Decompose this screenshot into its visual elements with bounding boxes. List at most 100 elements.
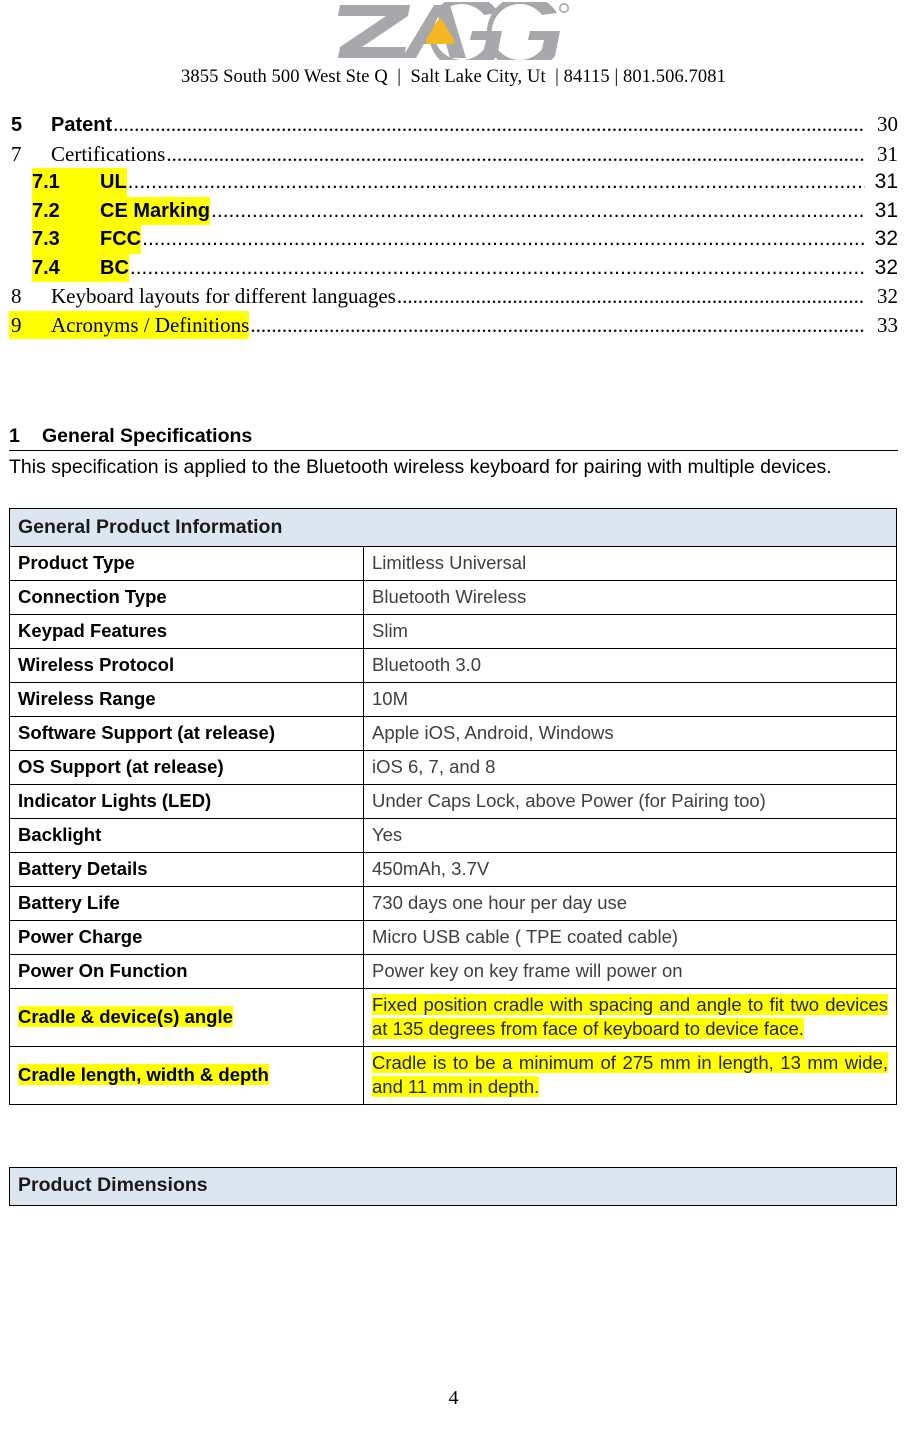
spec-value-cell: iOS 6, 7, and 8 bbox=[363, 750, 897, 785]
page-number: 4 bbox=[448, 1387, 459, 1409]
section-heading: 1 General Specifications bbox=[9, 425, 898, 451]
toc-dot-leader: ........................................… bbox=[396, 284, 865, 308]
toc-entry[interactable]: 7.4 BC...................................… bbox=[9, 253, 898, 282]
spec-value-text: Bluetooth 3.0 bbox=[372, 654, 482, 675]
spec-value-cell: 730 days one hour per day use bbox=[363, 886, 897, 921]
spec-value-cell: Bluetooth 3.0 bbox=[363, 648, 897, 683]
toc-entry-page: 31 bbox=[877, 141, 898, 166]
toc-entry[interactable]: 9 Acronyms / Definitions.................… bbox=[9, 310, 898, 339]
spec-value-text: Bluetooth Wireless bbox=[372, 586, 527, 607]
toc-entry-page: 32 bbox=[877, 284, 898, 308]
toc-entry-number: 7.1 bbox=[32, 168, 100, 197]
toc-entry-number: 8 bbox=[11, 284, 22, 308]
spec-key-cell: Battery Life bbox=[9, 886, 364, 921]
section-title: General Specifications bbox=[42, 425, 253, 447]
zagg-logo bbox=[337, 2, 570, 60]
spec-key-cell: Cradle & device(s) angle bbox=[9, 988, 364, 1047]
company-address: 3855 South 500 West Ste Q | Salt Lake Ci… bbox=[181, 67, 726, 87]
toc-entry-number: 7.4 bbox=[32, 253, 100, 282]
toc-entry-number: 5 bbox=[11, 114, 23, 136]
toc-entry-page: 31 bbox=[874, 198, 898, 222]
toc-entry-label: FCC bbox=[100, 225, 142, 254]
toc-entry-label: Patent bbox=[51, 114, 113, 136]
spec-key-text: OS Support (at release) bbox=[18, 756, 224, 777]
toc-entry-page: 32 bbox=[874, 255, 898, 279]
spec-key-text: Keypad Features bbox=[18, 620, 168, 641]
section-body-text: This specification is applied to the Blu… bbox=[9, 456, 832, 478]
spec-key-text: Wireless Range bbox=[18, 688, 156, 709]
spec-key-cell: Keypad Features bbox=[9, 614, 364, 649]
spec-key-cell: Power Charge bbox=[9, 920, 364, 955]
toc-entry-page: 33 bbox=[877, 312, 898, 337]
toc-entry-label: UL bbox=[100, 168, 127, 197]
toc-entry[interactable]: 7.3 FCC..................................… bbox=[9, 225, 898, 254]
spec-value-cell: Bluetooth Wireless bbox=[363, 580, 897, 615]
table-row: Software Support (at release) Apple iOS, … bbox=[9, 716, 897, 751]
spec-key-text: Connection Type bbox=[18, 586, 167, 607]
spec-key-text: Product Type bbox=[18, 552, 135, 573]
product-dimensions-header-cell: Product Dimensions bbox=[9, 1167, 897, 1206]
toc-dot-leader: ........................................… bbox=[142, 227, 865, 250]
table-header-row: General Product Information bbox=[9, 508, 897, 547]
toc-entry-label: BC bbox=[100, 253, 129, 282]
spec-value-text: Limitless Universal bbox=[372, 552, 527, 573]
spec-value-text: iOS 6, 7, and 8 bbox=[372, 756, 496, 777]
table-header-row: Product Dimensions bbox=[9, 1167, 897, 1206]
section-number: 1 bbox=[9, 425, 20, 447]
spec-value-cell: Under Caps Lock, above Power (for Pairin… bbox=[363, 784, 897, 819]
toc-entry[interactable]: 5 Patent.................................… bbox=[9, 110, 898, 140]
toc-dot-leader: ........................................… bbox=[166, 141, 865, 166]
toc-entry[interactable]: 7 Certifications.........................… bbox=[9, 140, 898, 169]
toc-entry-number: 9 bbox=[9, 310, 51, 339]
spec-key-text: Indicator Lights (LED) bbox=[18, 790, 212, 811]
table-row: Power On Function Power key on key frame … bbox=[9, 954, 897, 989]
spec-key-cell: OS Support (at release) bbox=[9, 750, 364, 785]
spec-key-text: Battery Life bbox=[18, 892, 120, 913]
toc-entry-label: Acronyms / Definitions bbox=[51, 310, 250, 339]
spec-key-cell: Cradle length, width & depth bbox=[9, 1046, 364, 1105]
toc-dot-leader: ........................................… bbox=[211, 198, 865, 222]
table-row: Indicator Lights (LED) Under Caps Lock, a… bbox=[9, 784, 897, 819]
table-row: Cradle & device(s) angle Fixed position c… bbox=[9, 988, 897, 1047]
spec-value-cell: Fixed position cradle with spacing and a… bbox=[363, 988, 897, 1047]
table-row: Battery Details 450mAh, 3.7V bbox=[9, 852, 897, 887]
table-row: Keypad Features Slim bbox=[9, 614, 897, 649]
spec-value-cell: Slim bbox=[363, 614, 897, 649]
spec-key-text: Battery Details bbox=[18, 858, 148, 879]
toc-dot-leader: ........................................… bbox=[113, 112, 865, 136]
spec-value-cell: Apple iOS, Android, Windows bbox=[363, 716, 897, 751]
spec-value-cell: 10M bbox=[363, 682, 897, 717]
toc-dot-leader: ........................................… bbox=[250, 312, 865, 337]
spec-key-cell: Battery Details bbox=[9, 852, 364, 887]
toc-dot-leader: ........................................… bbox=[127, 170, 865, 193]
spec-key-text: Cradle & device(s) angle bbox=[18, 1006, 233, 1027]
spec-value-text: Fixed position cradle with spacing and a… bbox=[372, 994, 888, 1039]
table-of-contents: 5 Patent.................................… bbox=[9, 110, 898, 339]
spec-key-text: Software Support (at release) bbox=[18, 722, 276, 743]
spec-key-text: Power Charge bbox=[18, 926, 143, 947]
spec-value-text: 10M bbox=[372, 688, 408, 709]
spec-key-cell: Indicator Lights (LED) bbox=[9, 784, 364, 819]
spec-value-cell: Cradle is to be a minimum of 275 mm in l… bbox=[363, 1046, 897, 1105]
spec-value-text: Micro USB cable ( TPE coated cable) bbox=[372, 926, 679, 947]
section-general-specifications: 1 General Specifications This specificati… bbox=[9, 425, 898, 480]
table-header-cell: General Product Information bbox=[9, 508, 897, 547]
zagg-logo-icon bbox=[337, 2, 569, 60]
table-row: Product Type Limitless Universal bbox=[9, 546, 897, 581]
spec-value-cell: 450mAh, 3.7V bbox=[363, 852, 897, 887]
spec-key-cell: Power On Function bbox=[9, 954, 364, 989]
general-product-information-table: General Product Information Product Type… bbox=[9, 508, 897, 1105]
table-row: Battery Life 730 days one hour per day us… bbox=[9, 886, 897, 921]
toc-entry-page: 32 bbox=[874, 227, 898, 250]
toc-entry[interactable]: 7.2 CE Marking...........................… bbox=[9, 196, 898, 225]
table-row: Connection Type Bluetooth Wireless bbox=[9, 580, 897, 615]
product-dimensions-table: Product Dimensions bbox=[9, 1167, 897, 1206]
toc-entry[interactable]: 8 Keyboard layouts for different language… bbox=[9, 282, 898, 311]
table-row: Wireless Range 10M bbox=[9, 682, 897, 717]
spec-value-text: Cradle is to be a minimum of 275 mm in l… bbox=[372, 1052, 888, 1097]
table-row: Cradle length, width & depth Cradle is to… bbox=[9, 1046, 897, 1105]
spec-value-cell: Limitless Universal bbox=[363, 546, 897, 581]
toc-entry[interactable]: 7.1 UL...................................… bbox=[9, 168, 898, 197]
spec-key-cell: Product Type bbox=[9, 546, 364, 581]
toc-entry-number: 7.2 bbox=[32, 196, 100, 225]
